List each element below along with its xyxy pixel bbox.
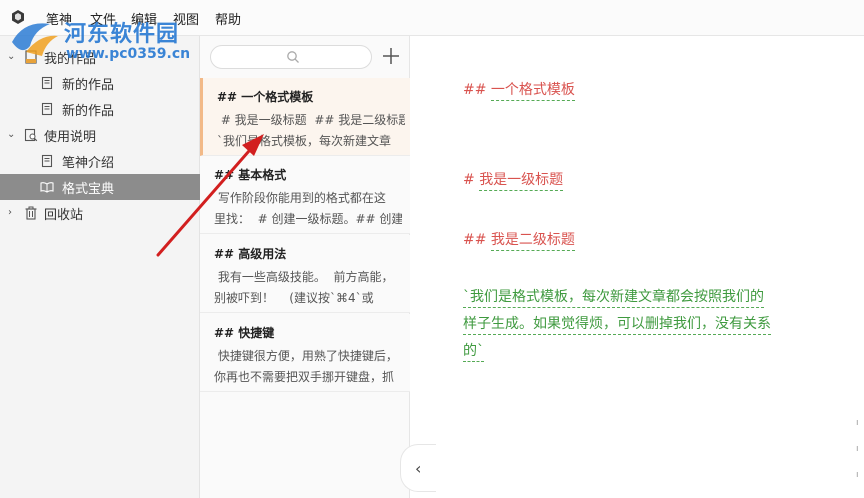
chevron-down-icon[interactable]: ⌄ <box>7 52 17 62</box>
note-snippet: 我有一些高级技能。 前方高能， 别被吓到！ (建议按`⌘4`或 <box>214 270 394 305</box>
document-icon <box>41 102 53 116</box>
menu-view[interactable]: 视图 <box>173 9 199 28</box>
editor-gutter-marks: ııı <box>856 418 859 480</box>
sidebar-item-new-work-1[interactable]: 新的作品 <box>0 70 200 96</box>
sidebar-item-format-guide[interactable]: 格式宝典 <box>0 174 200 200</box>
editor-heading-h2[interactable]: ## 我是二级标题 <box>463 229 575 251</box>
book-stack-icon <box>25 50 37 64</box>
note-title: ## 快捷键 <box>214 326 275 340</box>
sidebar-item-trash[interactable]: › 回收站 <box>0 200 200 226</box>
note-card[interactable]: ## 基本格式 写作阶段你能用到的格式都在这 里找： # 创建一级标题。## 创建 <box>200 156 410 234</box>
note-snippet: 写作阶段你能用到的格式都在这 里找： # 创建一级标题。## 创建 <box>214 191 402 226</box>
sidebar-item-label: 新的作品 <box>62 77 115 93</box>
note-title: ## 基本格式 <box>214 168 287 182</box>
sidebar-item-label: 我的作品 <box>44 51 97 67</box>
sidebar-item-intro[interactable]: 笔神介绍 <box>0 148 200 174</box>
editor-code-block[interactable]: `我们是格式模板，每次新建文章都会按照我们的 样子生成。如果觉得烦，可以删掉我们… <box>463 284 771 365</box>
menu-file[interactable]: 文件 <box>90 9 116 28</box>
menu-bar: 笔神 文件 编辑 视图 帮助 <box>0 0 864 36</box>
note-title: ## 高级用法 <box>214 247 287 261</box>
sidebar: ⌄ 我的作品 新的作品 新的作品 ⌄ 使用说明 笔神介绍 格式宝典 › 回收站 <box>0 36 200 498</box>
sidebar-item-label: 新的作品 <box>62 103 115 119</box>
note-snippet: 快捷键很方便，用熟了快捷键后， 你再也不需要把双手挪开键盘，抓 <box>214 349 398 384</box>
editor-heading-template[interactable]: ## 一个格式模板 <box>463 79 575 101</box>
chevron-right-icon[interactable]: › <box>8 208 18 218</box>
chevron-down-icon[interactable]: ⌄ <box>7 130 17 140</box>
sidebar-item-new-work-2[interactable]: 新的作品 <box>0 96 200 122</box>
trash-icon <box>25 206 37 220</box>
sidebar-item-instructions[interactable]: ⌄ 使用说明 <box>0 122 200 148</box>
editor-heading-h1[interactable]: # 我是一级标题 <box>463 169 564 191</box>
menu-bishen[interactable]: 笔神 <box>46 9 72 28</box>
sidebar-item-my-works[interactable]: ⌄ 我的作品 <box>0 44 200 70</box>
search-icon <box>287 51 299 63</box>
note-card[interactable]: ## 一个格式模板 # 我是一级标题 ## 我是二级标题 `我们是格式模板，每次新… <box>200 78 410 156</box>
editor-pane[interactable]: ## 一个格式模板 # 我是一级标题 ## 我是二级标题 `我们是格式模板，每次… <box>411 36 864 498</box>
menu-help[interactable]: 帮助 <box>215 9 241 28</box>
document-icon <box>41 154 53 168</box>
sidebar-item-label: 格式宝典 <box>62 181 115 197</box>
note-snippet: # 我是一级标题 ## 我是二级标题 `我们是格式模板，每次新建文章 <box>217 113 405 148</box>
search-input[interactable] <box>210 45 372 69</box>
note-card[interactable]: ## 高级用法 我有一些高级技能。 前方高能， 别被吓到！ (建议按`⌘4`或 <box>200 235 410 313</box>
app-logo-icon <box>12 10 24 24</box>
sidebar-item-label: 使用说明 <box>44 129 97 145</box>
collapse-sidebar-button[interactable]: ‹ <box>400 444 436 492</box>
add-note-button[interactable] <box>380 45 402 67</box>
search-document-icon <box>24 128 38 142</box>
note-title: ## 一个格式模板 <box>217 90 314 104</box>
note-list: ## 一个格式模板 # 我是一级标题 ## 我是二级标题 `我们是格式模板，每次新… <box>200 36 410 498</box>
chevron-left-icon: ‹ <box>415 459 422 478</box>
sidebar-item-label: 回收站 <box>44 207 84 223</box>
document-icon <box>41 76 53 90</box>
note-card[interactable]: ## 快捷键 快捷键很方便，用熟了快捷键后， 你再也不需要把双手挪开键盘，抓 <box>200 314 410 392</box>
open-book-icon <box>40 182 54 193</box>
sidebar-item-label: 笔神介绍 <box>62 155 115 171</box>
menu-edit[interactable]: 编辑 <box>131 9 157 28</box>
